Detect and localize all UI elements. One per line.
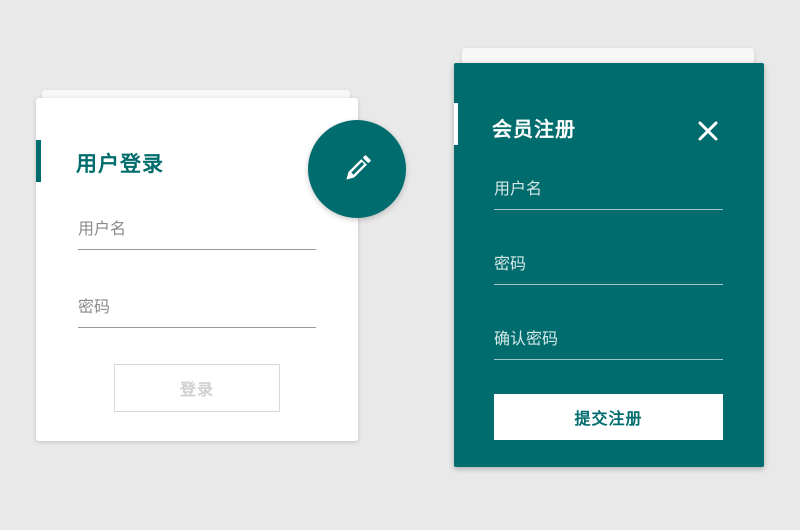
register-card: 会员注册 用户名 密码 确认密码 提交注册 — [454, 63, 764, 467]
register-username-field[interactable]: 用户名 — [494, 170, 723, 210]
auth-page: 用户登录 用户名 密码 登录 会员注册 用户名 密码 确认密码 提交注册 — [0, 0, 800, 530]
login-title-accent — [36, 140, 41, 182]
login-username-placeholder: 用户名 — [78, 219, 127, 238]
login-card: 用户登录 用户名 密码 登录 — [36, 98, 358, 441]
register-title-accent — [454, 103, 458, 145]
login-username-field[interactable]: 用户名 — [78, 210, 316, 250]
login-password-field[interactable]: 密码 — [78, 288, 316, 328]
register-password-field[interactable]: 密码 — [494, 245, 723, 285]
login-button[interactable]: 登录 — [114, 364, 280, 412]
register-username-placeholder: 用户名 — [494, 179, 543, 198]
login-title: 用户登录 — [76, 152, 164, 176]
submit-register-button[interactable]: 提交注册 — [494, 394, 723, 440]
register-confirm-password-placeholder: 确认密码 — [494, 329, 559, 348]
pencil-icon — [346, 155, 371, 180]
register-title: 会员注册 — [492, 117, 576, 141]
register-password-placeholder: 密码 — [494, 254, 527, 273]
register-confirm-password-field[interactable]: 确认密码 — [494, 320, 723, 360]
edit-register-button[interactable] — [308, 120, 406, 218]
close-icon — [698, 121, 718, 141]
close-button[interactable] — [696, 119, 720, 143]
login-password-placeholder: 密码 — [78, 297, 111, 316]
